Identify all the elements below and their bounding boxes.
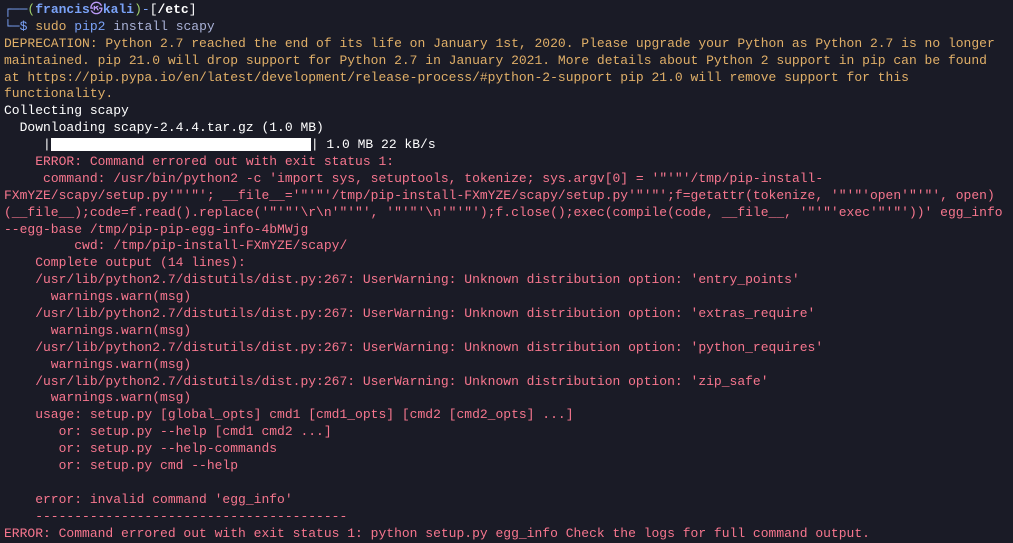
error-cwd: cwd: /tmp/pip-install-FXmYZE/scapy/ — [4, 238, 1009, 255]
error-command: command: /usr/bin/python2 -c 'import sys… — [4, 171, 1009, 239]
progress-line: || 1.0 MB 22 kB/s — [4, 137, 1009, 154]
blank-line — [4, 475, 1009, 492]
invalid-command: error: invalid command 'egg_info' — [4, 492, 1009, 509]
deprecation-warning: DEPRECATION: Python 2.7 reached the end … — [4, 36, 1009, 104]
downloading-line: Downloading scapy-2.4.4.tar.gz (1.0 MB) — [4, 120, 1009, 137]
warning-3: warnings.warn(msg) — [4, 323, 1009, 340]
warning-1: warnings.warn(msg) — [4, 289, 1009, 306]
warning-5: warnings.warn(msg) — [4, 357, 1009, 374]
warning-6: /usr/lib/python2.7/distutils/dist.py:267… — [4, 374, 1009, 391]
warning-4: /usr/lib/python2.7/distutils/dist.py:267… — [4, 340, 1009, 357]
prompt-line-2[interactable]: └─$ sudo pip2 install scapy — [4, 19, 1009, 36]
dashes-line: ---------------------------------------- — [4, 509, 1009, 526]
error-header: ERROR: Command errored out with exit sta… — [4, 154, 1009, 171]
command-sudo: sudo — [35, 19, 66, 34]
warning-7: warnings.warn(msg) — [4, 390, 1009, 407]
usage-2: or: setup.py --help-commands — [4, 441, 1009, 458]
collecting-line: Collecting scapy — [4, 103, 1009, 120]
final-error: ERROR: Command errored out with exit sta… — [4, 526, 1009, 543]
warning-2: /usr/lib/python2.7/distutils/dist.py:267… — [4, 306, 1009, 323]
complete-output: Complete output (14 lines): — [4, 255, 1009, 272]
command-args: install scapy — [113, 19, 214, 34]
progress-bar — [51, 138, 311, 151]
command-pip: pip2 — [74, 19, 105, 34]
warning-0: /usr/lib/python2.7/distutils/dist.py:267… — [4, 272, 1009, 289]
usage-3: or: setup.py cmd --help — [4, 458, 1009, 475]
usage-1: or: setup.py --help [cmd1 cmd2 ...] — [4, 424, 1009, 441]
terminal-output: ┌──(francis㉿kali)-[/etc] └─$ sudo pip2 i… — [4, 2, 1009, 543]
prompt-line-1: ┌──(francis㉿kali)-[/etc] — [4, 2, 1009, 19]
usage-0: usage: setup.py [global_opts] cmd1 [cmd1… — [4, 407, 1009, 424]
